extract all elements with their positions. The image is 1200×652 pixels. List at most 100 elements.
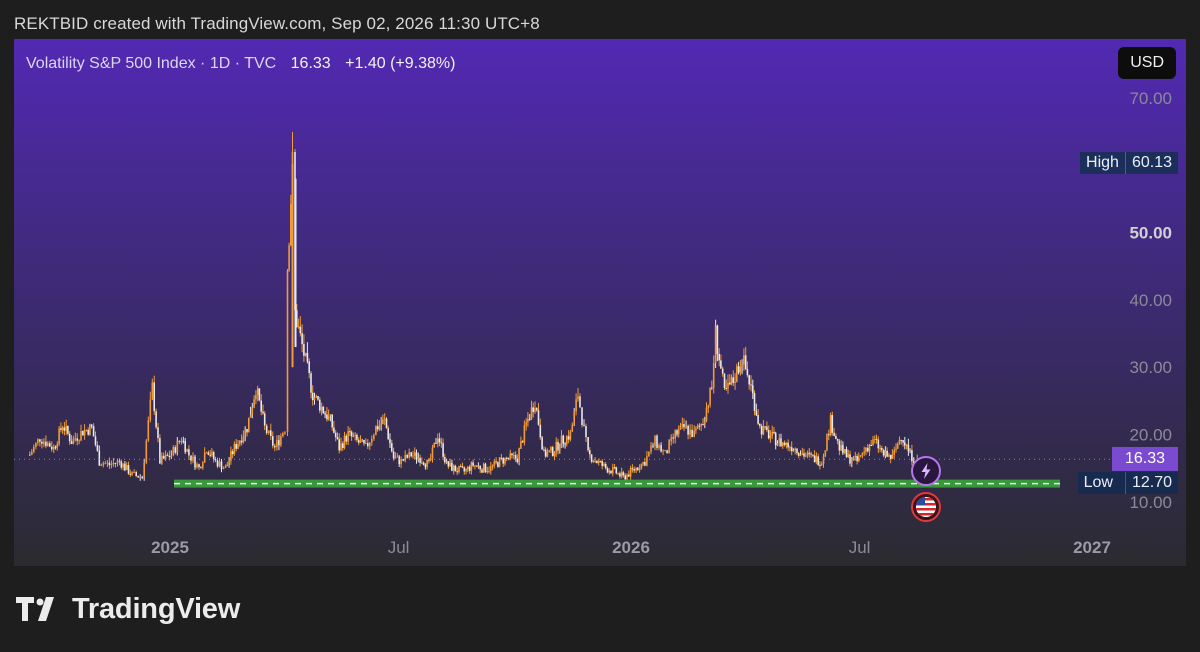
price-candle bbox=[729, 382, 731, 385]
price-candle bbox=[752, 385, 754, 394]
price-candle bbox=[242, 436, 245, 443]
price-candle bbox=[555, 441, 557, 453]
price-candle bbox=[840, 445, 842, 451]
price-candle bbox=[237, 444, 239, 449]
price-candle bbox=[687, 425, 689, 435]
price-candle bbox=[635, 467, 637, 471]
price-candle bbox=[207, 452, 210, 455]
price-candle bbox=[200, 467, 202, 469]
price-candle bbox=[311, 392, 314, 401]
price-candle bbox=[391, 443, 393, 452]
price-candle bbox=[744, 355, 747, 370]
price-candle bbox=[838, 440, 841, 451]
price-candle bbox=[419, 457, 421, 463]
price-candle bbox=[566, 436, 568, 444]
price-candle bbox=[449, 462, 451, 467]
price-candle bbox=[41, 441, 43, 444]
price-candle bbox=[797, 453, 800, 456]
price-candle bbox=[548, 450, 550, 453]
price-candle bbox=[856, 456, 858, 462]
price-candle bbox=[628, 474, 630, 477]
price-candle bbox=[54, 446, 57, 448]
price-candle bbox=[648, 451, 650, 457]
price-candle bbox=[550, 447, 552, 451]
price-candle bbox=[83, 430, 86, 436]
price-candle bbox=[456, 471, 458, 473]
chart-panel[interactable]: 70.00 50.00 40.00 30.00 20.00 10.00 2025 Jul 20… bbox=[14, 39, 1186, 566]
price-candle bbox=[35, 442, 37, 447]
price-candle bbox=[824, 450, 827, 457]
price-candle bbox=[37, 439, 39, 443]
price-candle bbox=[463, 467, 466, 472]
price-candle bbox=[685, 425, 687, 428]
price-candle bbox=[284, 432, 286, 434]
price-candle bbox=[575, 399, 577, 412]
price-candle bbox=[127, 465, 130, 474]
price-candle bbox=[211, 452, 213, 456]
price-candle bbox=[842, 445, 844, 454]
price-candle bbox=[433, 442, 435, 448]
price-candle bbox=[854, 456, 857, 458]
price-candle bbox=[162, 455, 165, 459]
currency-button[interactable]: USD bbox=[1118, 47, 1176, 79]
price-candle bbox=[319, 399, 321, 411]
price-candle bbox=[445, 461, 448, 463]
price-chart[interactable]: 70.00 50.00 40.00 30.00 20.00 10.00 2025 Jul 20… bbox=[14, 39, 1186, 566]
price-candle bbox=[760, 425, 763, 435]
price-candle bbox=[679, 425, 682, 430]
price-candle bbox=[530, 407, 533, 420]
price-candle bbox=[693, 430, 695, 437]
price-candle bbox=[260, 400, 262, 412]
price-candle bbox=[732, 377, 735, 383]
price-candle bbox=[94, 436, 97, 446]
price-candle bbox=[265, 425, 268, 434]
price-candle bbox=[513, 455, 515, 457]
us-flag-icon[interactable] bbox=[911, 492, 941, 522]
price-candle bbox=[851, 460, 853, 464]
price-candle bbox=[774, 433, 777, 446]
price-candle bbox=[707, 405, 710, 408]
price-candle bbox=[868, 445, 871, 452]
price-candle bbox=[493, 461, 496, 466]
x-tick-label: Jul bbox=[388, 538, 410, 557]
price-candle bbox=[617, 473, 619, 475]
price-candle bbox=[886, 450, 888, 457]
price-candle bbox=[905, 444, 908, 446]
price-candle bbox=[769, 435, 772, 439]
price-candle bbox=[893, 450, 895, 455]
price-candle bbox=[799, 454, 802, 456]
price-candle bbox=[755, 411, 758, 415]
price-candle bbox=[884, 450, 887, 456]
price-candle bbox=[891, 454, 894, 459]
price-candle bbox=[224, 466, 227, 468]
price-candle bbox=[812, 454, 814, 456]
price-candle bbox=[725, 388, 727, 389]
price-candle bbox=[720, 360, 722, 369]
price-candle bbox=[96, 445, 99, 451]
y-tick-label: 40.00 bbox=[1129, 291, 1172, 310]
price-candle bbox=[909, 450, 911, 452]
price-candle bbox=[537, 410, 540, 425]
price-candle bbox=[89, 424, 91, 435]
lightning-icon[interactable] bbox=[911, 456, 941, 486]
price-candle bbox=[637, 467, 639, 470]
price-candle bbox=[124, 463, 126, 470]
price-candle bbox=[387, 428, 389, 440]
symbol-legend[interactable]: Volatility S&P 500 Index · 1D · TVC 16.3… bbox=[26, 55, 455, 73]
price-candle bbox=[741, 364, 743, 367]
price-candle bbox=[235, 444, 237, 449]
price-candle bbox=[642, 461, 644, 464]
price-candle bbox=[49, 443, 51, 447]
last-price: 16.33 bbox=[290, 55, 331, 72]
price-candle bbox=[383, 418, 386, 420]
price-candle bbox=[106, 462, 109, 464]
price-candle bbox=[394, 457, 397, 459]
price-candle bbox=[638, 469, 641, 470]
price-candle bbox=[895, 448, 897, 451]
price-candle bbox=[792, 450, 795, 452]
price-candle bbox=[805, 455, 807, 457]
price-candle bbox=[421, 462, 423, 464]
price-candle bbox=[808, 452, 811, 454]
price-candle bbox=[104, 463, 107, 465]
price-candle bbox=[543, 449, 545, 451]
